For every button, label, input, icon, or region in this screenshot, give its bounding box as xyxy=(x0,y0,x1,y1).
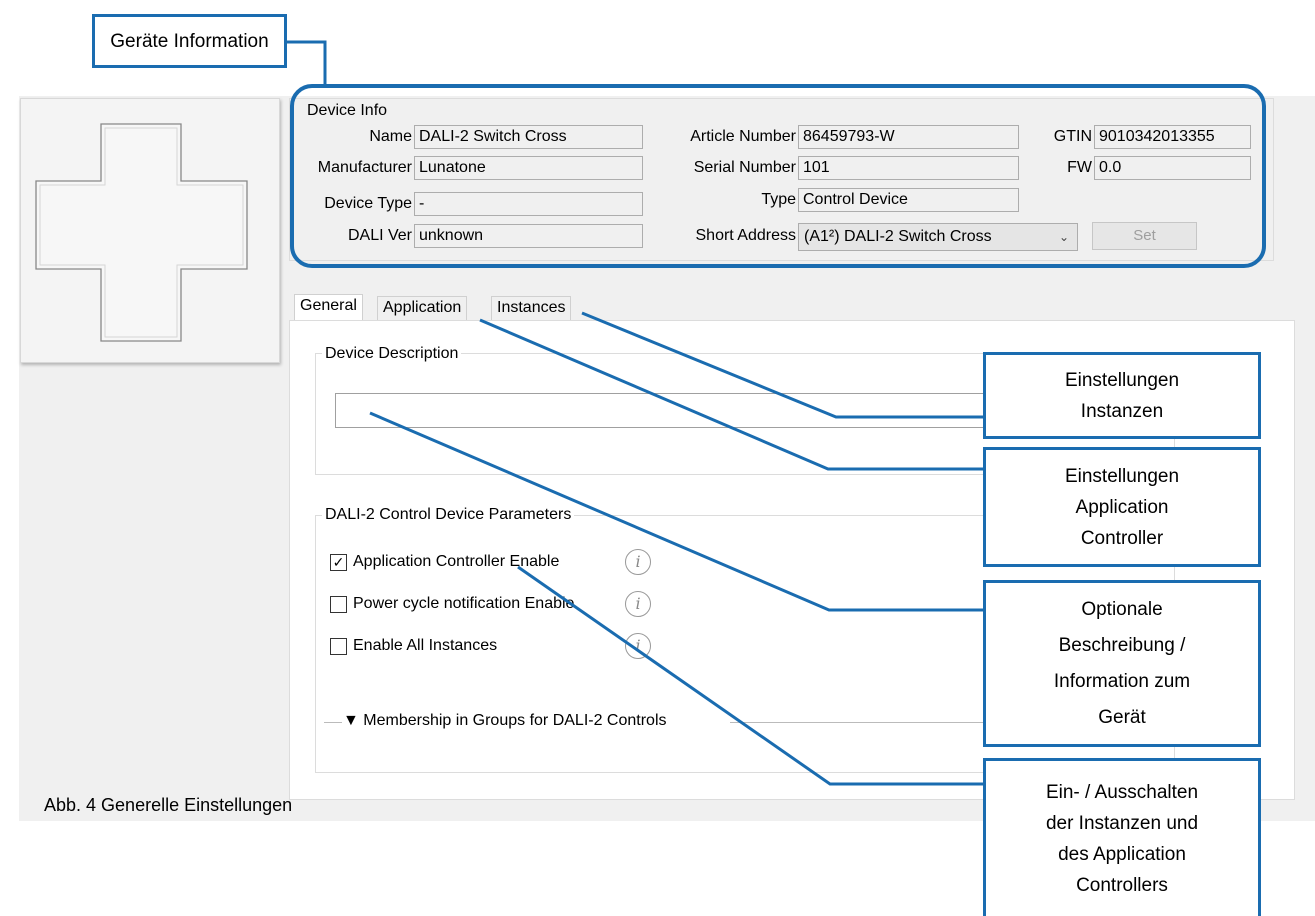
callout-line: Beschreibung / xyxy=(1058,634,1186,656)
leader-line-geraete-info xyxy=(285,40,327,86)
callout-line: Gerät xyxy=(1098,706,1146,728)
callout-line: Einstellungen xyxy=(1064,369,1180,391)
callout-line: Ein- / Ausschalten xyxy=(1045,781,1199,803)
callout-geraete-information: Geräte Information xyxy=(92,14,287,68)
callout-optionale-beschreibung: Optionale Beschreibung / Information zum… xyxy=(983,580,1261,747)
callout-line: Controllers xyxy=(1076,874,1168,896)
callout-geraete-information-text: Geräte Information xyxy=(110,30,269,52)
callout-einstellungen-instanzen: Einstellungen Instanzen xyxy=(983,352,1261,439)
callout-line: Instanzen xyxy=(1080,400,1164,422)
device-info-highlight xyxy=(290,84,1266,268)
figure-caption: Abb. 4 Generelle Einstellungen xyxy=(44,795,293,815)
leader-line-application xyxy=(479,318,983,471)
callout-ein-ausschalten: Ein- / Ausschalten der Instanzen und des… xyxy=(983,758,1261,916)
leader-line-instances xyxy=(581,311,983,419)
callout-line: des Application xyxy=(1058,843,1186,865)
callout-line: Optionale xyxy=(1081,598,1163,620)
callout-line: Controller xyxy=(1080,527,1164,549)
callout-line: der Instanzen und xyxy=(1045,812,1199,834)
callout-line: Einstellungen xyxy=(1064,465,1180,487)
leader-line-description xyxy=(369,411,983,612)
callout-line: Information zum xyxy=(1053,670,1191,692)
callout-line: Application xyxy=(1075,496,1169,518)
callout-einstellungen-application: Einstellungen Application Controller xyxy=(983,447,1261,567)
leader-line-enable xyxy=(517,565,983,786)
